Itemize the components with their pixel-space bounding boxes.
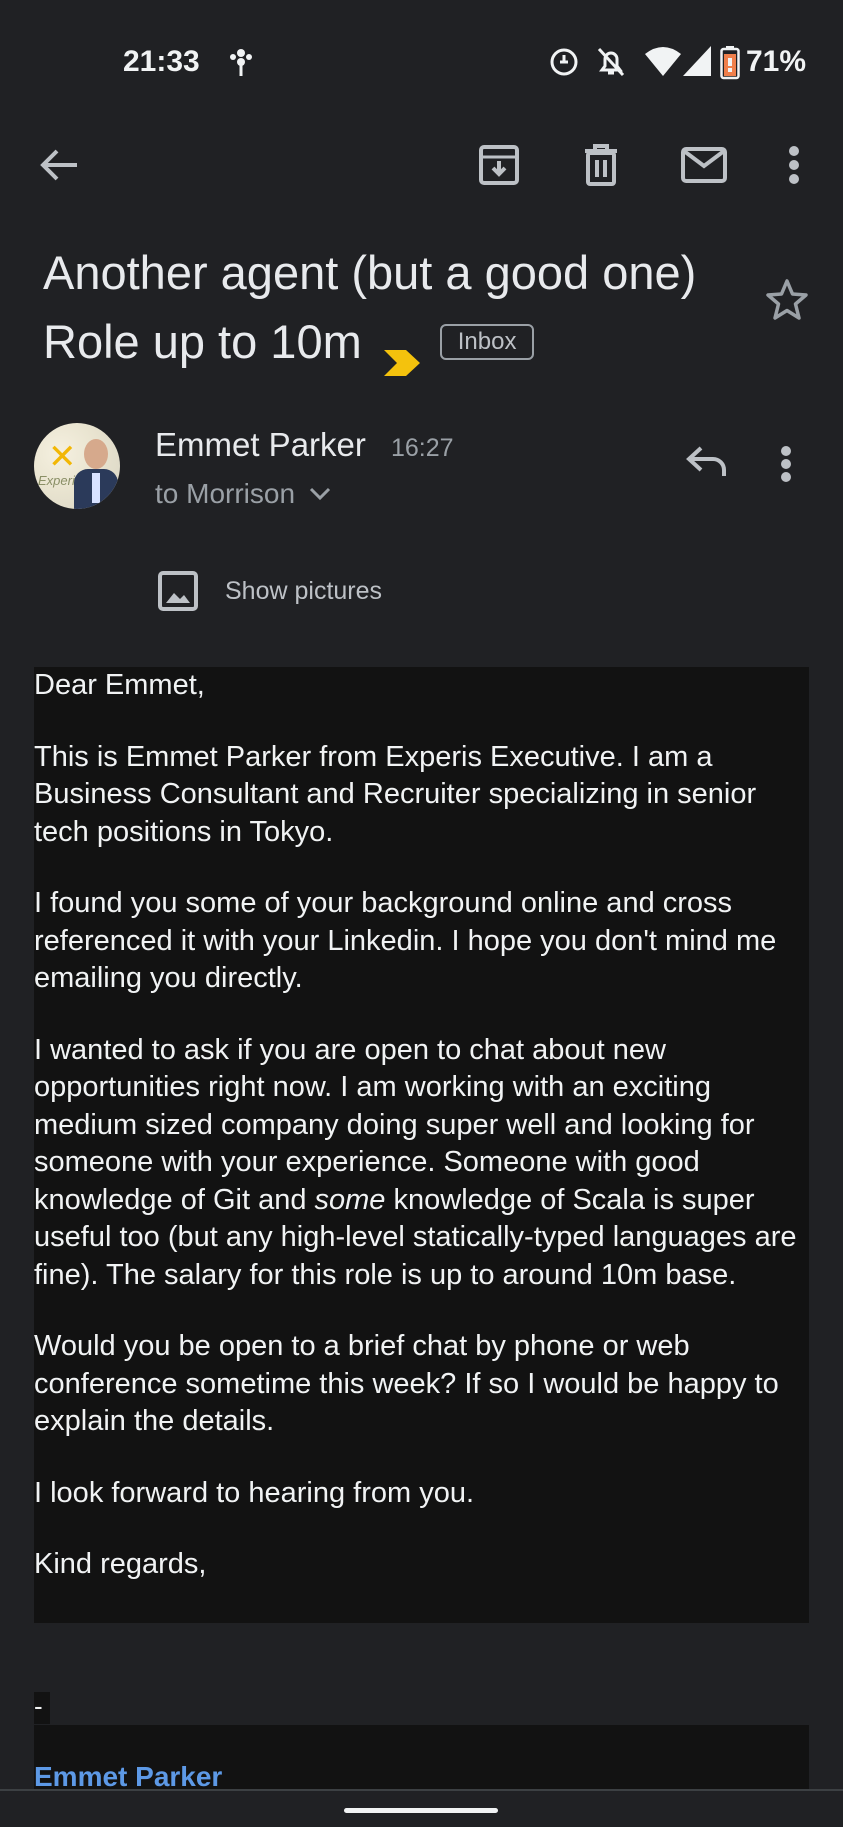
more-vert-icon[interactable] [769,140,819,190]
wifi-icon [645,46,681,81]
bell-off-icon [596,46,626,83]
star-icon[interactable] [765,278,809,325]
importance-marker-icon[interactable] [382,327,422,376]
subject-line-1: Another agent (but a good one) [43,246,697,299]
inbox-label-chip[interactable]: Inbox [439,323,535,360]
avatar[interactable]: ✕ Experis [34,423,120,509]
subject: Another agent (but a good one) Role up t… [43,238,743,376]
chevron-down-icon [309,487,331,501]
status-bar: 21:33 71% [0,0,843,130]
paragraph-chat-request: Would you be open to a brief chat by pho… [34,1330,779,1437]
image-icon [158,571,198,611]
paragraph-intro: This is Emmet Parker from Experis Execut… [34,740,757,848]
bug-icon [226,46,256,83]
message-more-icon[interactable] [780,446,792,487]
paragraph-closing: I look forward to hearing from you. [34,1476,475,1509]
gesture-bar[interactable] [344,1808,498,1813]
message-time: 16:27 [391,434,454,462]
archive-icon[interactable] [474,140,524,190]
email-body: Dear Emmet, This is Emmet Parker from Ex… [34,667,809,1623]
sender-name: Emmet Parker [155,426,366,463]
signature-separator: -- [34,1692,50,1748]
signal-icon [683,46,713,81]
sign-off: Kind regards, [34,1548,207,1580]
delete-icon[interactable] [576,140,626,190]
mark-unread-icon[interactable] [679,140,729,190]
reply-icon[interactable] [685,444,727,483]
battery-icon [720,46,740,85]
recipient-details[interactable]: to Morrison [155,478,331,510]
signature-block: Emmet Parker [34,1725,809,1792]
greeting: Dear Emmet, [34,669,205,701]
battery-percentage: 71% [746,45,807,78]
paragraph-background: I found you some of your background onli… [34,887,777,994]
show-pictures-button[interactable]: Show pictures [157,570,382,612]
show-pictures-label: Show pictures [225,576,383,605]
status-time: 21:33 [123,45,200,78]
recipient-text: to Morrison [155,478,296,509]
nav-divider [0,1789,843,1791]
paragraph-opportunity: I wanted to ask if you are open to chat … [34,1033,797,1291]
sync-icon [548,46,580,83]
subject-line-2: Role up to 10m [43,315,362,368]
back-arrow-icon[interactable] [34,140,84,190]
